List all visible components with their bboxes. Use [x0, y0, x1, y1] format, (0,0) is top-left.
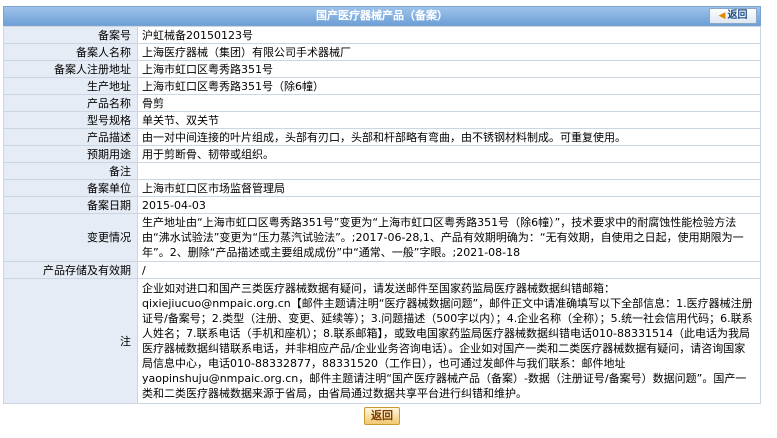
field-value: 生产地址由“上海市虹口区粤秀路351号”变更为“上海市虹口区粤秀路351号（除6…: [137, 213, 761, 262]
table-row: 产品名称 骨剪: [3, 94, 761, 112]
table-row: 生产地址 上海市虹口区粤秀路351号（除6幢）: [3, 77, 761, 95]
field-value: 上海市虹口区粤秀路351号: [137, 60, 761, 78]
field-label: 备案号: [3, 26, 138, 44]
field-label: 预期用途: [3, 145, 138, 163]
field-label: 备案人注册地址: [3, 60, 138, 78]
field-label: 备案日期: [3, 196, 138, 214]
table-row: 变更情况 生产地址由“上海市虹口区粤秀路351号”变更为“上海市虹口区粤秀路35…: [3, 213, 761, 262]
field-label: 生产地址: [3, 77, 138, 95]
field-value: 由一对中间连接的叶片组成，头部有刃口，头部和杆部略有弯曲，由不锈钢材料制成。可重…: [137, 128, 761, 146]
field-value: /: [137, 261, 761, 279]
table-row: 产品描述 由一对中间连接的叶片组成，头部有刃口，头部和杆部略有弯曲，由不锈钢材料…: [3, 128, 761, 146]
field-value: 上海市虹口区粤秀路351号（除6幢）: [137, 77, 761, 95]
field-value: 用于剪断骨、韧带或组织。: [137, 145, 761, 163]
field-value: 沪虹械备20150123号: [137, 26, 761, 44]
field-value: 骨剪: [137, 94, 761, 112]
field-label: 产品存储及有效期: [3, 261, 138, 279]
back-arrow-icon: ◀: [718, 11, 726, 21]
note-label: 注: [3, 278, 138, 404]
field-value: [137, 162, 761, 180]
page-title: 国产医疗器械产品（备案）: [316, 9, 448, 22]
field-label: 型号规格: [3, 111, 138, 129]
back-button-top[interactable]: ◀ 返回: [709, 8, 757, 24]
field-label: 备注: [3, 162, 138, 180]
table-row: 备注: [3, 162, 761, 180]
title-bar: 国产医疗器械产品（备案） ◀ 返回: [3, 6, 761, 26]
table-row: 备案人名称 上海医疗器械（集团）有限公司手术器械厂: [3, 43, 761, 61]
table-row: 型号规格 单关节、双关节: [3, 111, 761, 129]
field-label: 产品描述: [3, 128, 138, 146]
field-value: 2015-04-03: [137, 196, 761, 214]
record-panel: 国产医疗器械产品（备案） ◀ 返回 备案号 沪虹械备20150123号 备案人名称…: [3, 6, 761, 425]
note-text: 企业如对进口和国产三类医疗器械数据有疑问，请发送邮件至国家药监局医疗器械数据纠错…: [137, 278, 761, 404]
field-label: 备案人名称: [3, 43, 138, 61]
field-label: 变更情况: [3, 213, 138, 262]
table-row: 备案人注册地址 上海市虹口区粤秀路351号: [3, 60, 761, 78]
table-row: 备案日期 2015-04-03: [3, 196, 761, 214]
table-row: 备案号 沪虹械备20150123号: [3, 26, 761, 44]
footer-bar: 返回: [3, 407, 761, 425]
field-value: 单关节、双关节: [137, 111, 761, 129]
detail-table: 备案号 沪虹械备20150123号 备案人名称 上海医疗器械（集团）有限公司手术…: [3, 26, 761, 404]
field-value: 上海医疗器械（集团）有限公司手术器械厂: [137, 43, 761, 61]
table-row: 产品存储及有效期 /: [3, 261, 761, 279]
table-row: 备案单位 上海市虹口区市场监督管理局: [3, 179, 761, 197]
field-value: 上海市虹口区市场监督管理局: [137, 179, 761, 197]
back-button-top-label: 返回: [727, 10, 748, 21]
table-row: 预期用途 用于剪断骨、韧带或组织。: [3, 145, 761, 163]
back-button-bottom[interactable]: 返回: [364, 407, 400, 425]
field-label: 备案单位: [3, 179, 138, 197]
field-label: 产品名称: [3, 94, 138, 112]
table-row: 注 企业如对进口和国产三类医疗器械数据有疑问，请发送邮件至国家药监局医疗器械数据…: [3, 278, 761, 404]
